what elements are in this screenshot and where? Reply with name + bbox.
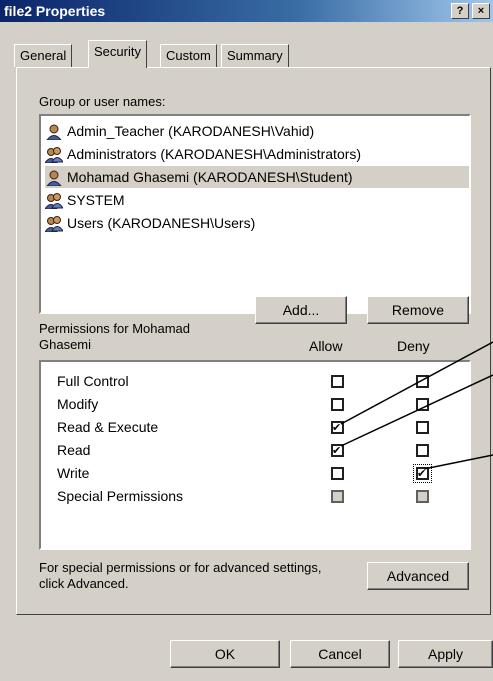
tab-general[interactable]: General [14, 44, 73, 67]
cancel-button[interactable]: Cancel [290, 640, 390, 668]
advanced-info-line1: For special permissions or for advanced … [39, 560, 322, 575]
full-control-allow-checkbox[interactable] [331, 375, 344, 388]
tab-security[interactable]: Security [88, 40, 147, 68]
user-icon [45, 170, 63, 187]
permission-row-read: Read [57, 442, 91, 458]
apply-button[interactable]: Apply [398, 640, 493, 668]
permissions-label-line1: Permissions for Mohamad [39, 321, 190, 336]
permission-row-read-execute: Read & Execute [57, 419, 159, 435]
help-button[interactable]: ? [451, 3, 469, 19]
read-allow-checkbox[interactable] [331, 444, 344, 457]
permissions-label: Permissions for Mohamad Ghasemi [39, 321, 190, 353]
permission-row-full-control: Full Control [57, 373, 129, 389]
list-item-users[interactable]: Users (KARODANESH\Users) [44, 212, 469, 234]
security-panel: Group or user names: Admin_Teacher (KARO… [16, 67, 491, 615]
full-control-deny-checkbox[interactable] [416, 375, 429, 388]
user-name: Admin_Teacher (KARODANESH\Vahid) [67, 123, 315, 139]
remove-button[interactable]: Remove [367, 296, 469, 324]
user-name: Users (KARODANESH\Users) [67, 215, 256, 231]
tab-custom[interactable]: Custom [160, 44, 217, 67]
modify-deny-checkbox[interactable] [416, 398, 429, 411]
list-item-system[interactable]: SYSTEM [44, 189, 469, 211]
ok-button[interactable]: OK [170, 640, 280, 668]
tab-summary[interactable]: Summary [221, 44, 289, 67]
special-deny-checkbox [416, 490, 429, 503]
advanced-info-line2: click Advanced. [39, 576, 129, 591]
permission-row-write: Write [57, 465, 90, 481]
user-listbox[interactable]: Admin_Teacher (KARODANESH\Vahid) Adminis… [39, 114, 471, 314]
title-bar[interactable]: file2 Properties ? × [0, 0, 493, 22]
read-execute-deny-checkbox[interactable] [416, 421, 429, 434]
add-button[interactable]: Add... [255, 296, 347, 324]
list-item-administrators[interactable]: Administrators (KARODANESH\Administrator… [44, 143, 469, 165]
window-title: file2 Properties [4, 3, 106, 19]
group-icon [44, 147, 64, 164]
permission-row-modify: Modify [57, 396, 99, 412]
group-icon [44, 216, 64, 233]
list-item-mohamad-ghasemi[interactable]: Mohamad Ghasemi (KARODANESH\Student) [45, 166, 469, 188]
properties-window: file2 Properties ? × General Security Cu… [0, 0, 493, 681]
deny-column-header: Deny [397, 338, 430, 354]
close-button[interactable]: × [472, 3, 490, 19]
permissions-list: Full Control Modify Read & Execute Read … [39, 360, 471, 550]
user-icon [45, 124, 63, 141]
advanced-button[interactable]: Advanced [367, 562, 469, 590]
special-allow-checkbox [331, 490, 344, 503]
allow-column-header: Allow [309, 338, 343, 354]
user-name: SYSTEM [67, 192, 125, 208]
read-execute-allow-checkbox[interactable] [331, 421, 344, 434]
modify-allow-checkbox[interactable] [331, 398, 344, 411]
write-allow-checkbox[interactable] [331, 467, 344, 480]
read-deny-checkbox[interactable] [416, 444, 429, 457]
user-name: Administrators (KARODANESH\Administrator… [67, 146, 362, 162]
group-or-user-names-label: Group or user names: [39, 94, 166, 109]
permission-row-special: Special Permissions [57, 488, 184, 504]
group-icon [44, 193, 64, 210]
user-name: Mohamad Ghasemi (KARODANESH\Student) [67, 169, 353, 185]
permissions-label-line2: Ghasemi [39, 337, 92, 352]
list-item-admin-teacher[interactable]: Admin_Teacher (KARODANESH\Vahid) [45, 120, 469, 142]
advanced-info-text: For special permissions or for advanced … [39, 560, 322, 592]
write-deny-checkbox[interactable] [413, 464, 432, 483]
